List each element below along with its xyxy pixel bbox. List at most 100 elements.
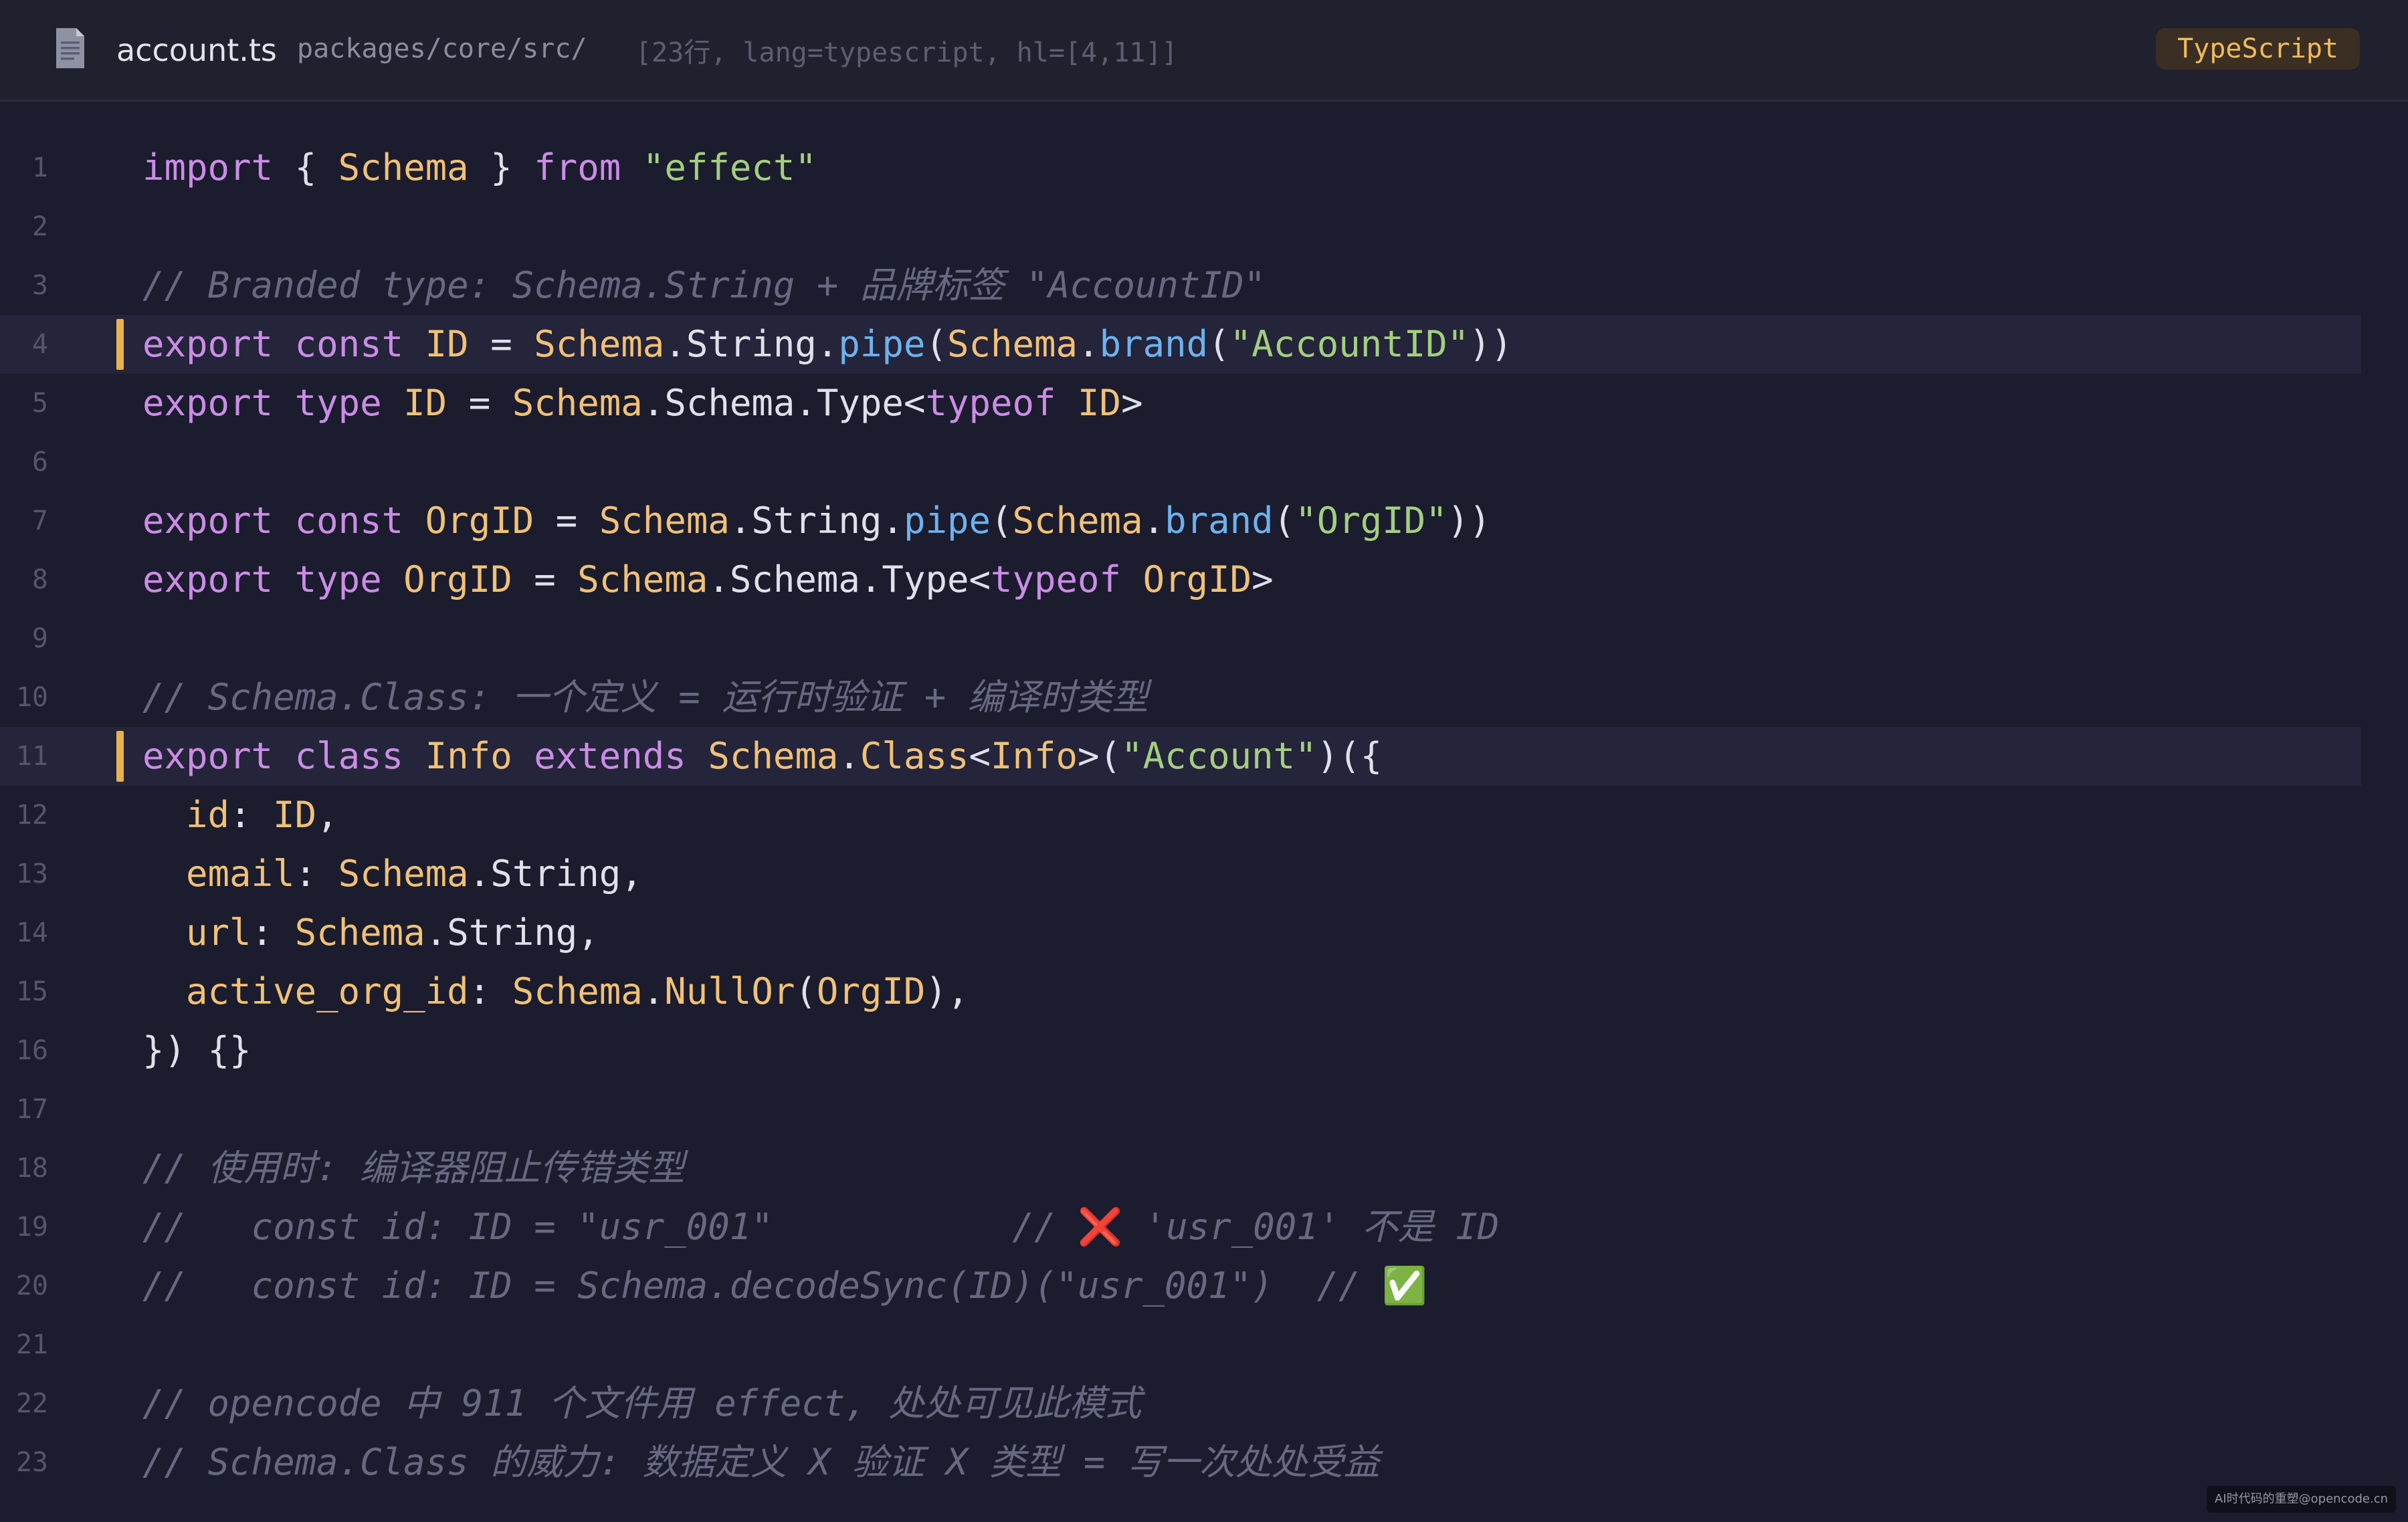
- code-line: 6: [0, 433, 2361, 492]
- code-token: ID: [273, 794, 317, 836]
- code-token: Schema: [534, 323, 665, 365]
- line-number: 8: [31, 564, 48, 595]
- line-source: id: ID,: [142, 786, 338, 845]
- code-line: 7 export const OrgID = Schema.String.pipe…: [0, 492, 2361, 550]
- code-token: Class: [860, 735, 969, 777]
- code-token: <: [969, 735, 991, 777]
- code-token: }) {}: [142, 1029, 252, 1071]
- line-number: 11: [15, 741, 48, 772]
- code-token: ID: [403, 382, 447, 424]
- code-token: Schema: [599, 500, 730, 542]
- code-token: url: [186, 911, 252, 954]
- code-token: pipe: [838, 323, 926, 365]
- code-token: OrgID: [816, 970, 926, 1012]
- line-source: // 使用时: 编译器阻止传错类型: [142, 1139, 685, 1198]
- line-number: 3: [31, 270, 48, 301]
- code-token: typeof: [925, 382, 1056, 424]
- code-line: 13 email: Schema.String,: [0, 845, 2361, 903]
- code-token: ,: [316, 794, 338, 836]
- code-token: (: [991, 500, 1013, 542]
- code-line: 9: [0, 609, 2361, 668]
- code-token: Schema: [512, 382, 643, 424]
- code-token: ID: [425, 323, 469, 365]
- line-source: export class Info extends Schema.Class<I…: [142, 727, 1382, 786]
- code-token: .String.: [664, 323, 839, 365]
- code-line: 1 import { Schema } from "effect": [0, 138, 2361, 197]
- line-number: 15: [15, 976, 48, 1007]
- line-source: // Branded type: Schema.String + 品牌标签 "A…: [142, 256, 1266, 315]
- code-token: :: [468, 970, 512, 1012]
- code-token: export: [142, 558, 274, 601]
- code-token: from: [534, 146, 621, 189]
- file-meta: [23行, lang=typescript, hl=[4,11]]: [635, 37, 1178, 68]
- document-icon: [54, 27, 87, 70]
- code-token: Schema: [708, 735, 839, 777]
- code-line: 5 export type ID = Schema.Schema.Type<typ…: [0, 374, 2361, 433]
- code-token: email: [186, 853, 295, 895]
- code-token: typeof: [990, 558, 1122, 601]
- code-token: =: [468, 323, 534, 365]
- code-area: 1 import { Schema } from "effect" 2 3 // Bra…: [0, 102, 2408, 1522]
- code-token: .String,: [468, 853, 643, 895]
- code-line: 19 // const id: ID = "usr_001" // ❌ 'usr_…: [0, 1198, 2361, 1257]
- code-token: type: [294, 558, 382, 601]
- code-token: (: [925, 323, 947, 365]
- language-badge: TypeScript: [2156, 28, 2360, 70]
- line-number: 19: [15, 1212, 48, 1242]
- code-token: pipe: [903, 500, 991, 542]
- line-number: 10: [15, 682, 48, 713]
- line-source: active_org_id: Schema.NullOr(OrgID),: [142, 962, 969, 1021]
- code-token: .Schema.Type<: [642, 382, 926, 424]
- code-token: Schema: [1012, 500, 1143, 542]
- line-number: 7: [31, 506, 48, 536]
- file-name: account.ts: [116, 32, 277, 68]
- line-number: 22: [15, 1388, 48, 1419]
- code-token: brand: [1099, 323, 1209, 365]
- line-number: 23: [15, 1447, 48, 1478]
- code-token: .: [838, 735, 860, 777]
- line-number: 13: [15, 859, 48, 889]
- code-line: 21: [0, 1315, 2361, 1374]
- code-line: 8 export type OrgID = Schema.Schema.Type<…: [0, 550, 2361, 609]
- code-token: ),: [925, 970, 969, 1012]
- code-token: "AccountID": [1229, 323, 1470, 365]
- code-line: 17: [0, 1080, 2361, 1139]
- code-token: import: [142, 146, 274, 189]
- line-number: 17: [15, 1094, 48, 1125]
- code-line: 11 export class Info extends Schema.Class…: [0, 727, 2361, 786]
- code-line: 15 active_org_id: Schema.NullOr(OrgID),: [0, 962, 2361, 1021]
- code-token: :: [229, 794, 274, 836]
- code-token: :: [294, 853, 338, 895]
- code-token: "Account": [1121, 735, 1317, 777]
- code-token: Schema: [338, 146, 469, 189]
- code-line: 16}) {}: [0, 1021, 2361, 1080]
- code-token: }: [468, 146, 534, 189]
- code-viewer-window: account.ts packages/core/src/ [23行, lang…: [0, 0, 2408, 1522]
- code-token: .String,: [425, 911, 599, 954]
- line-source: }) {}: [142, 1021, 252, 1080]
- code-token: NullOr: [664, 970, 795, 1012]
- code-token: Schema: [577, 558, 708, 601]
- code-token: id: [186, 794, 230, 836]
- watermark: AI时代码的重塑@opencode.cn: [2207, 1486, 2396, 1513]
- line-number: 20: [15, 1271, 48, 1301]
- code-token: // Branded type: Schema.String + 品牌标签 "A…: [142, 264, 1266, 306]
- line-source: export const ID = Schema.String.pipe(Sch…: [142, 315, 1512, 374]
- code-token: "OrgID": [1295, 500, 1447, 542]
- code-token: // Schema.Class 的威力: 数据定义 X 验证 X 类型 = 写一…: [142, 1441, 1380, 1483]
- code-token: OrgID: [425, 500, 534, 542]
- status-emoji-icon: ✅: [1382, 1265, 1427, 1307]
- code-line: 4 export const ID = Schema.String.pipe(Sc…: [0, 315, 2361, 374]
- code-token: >(: [1078, 735, 1122, 777]
- code-token: OrgID: [1142, 558, 1252, 601]
